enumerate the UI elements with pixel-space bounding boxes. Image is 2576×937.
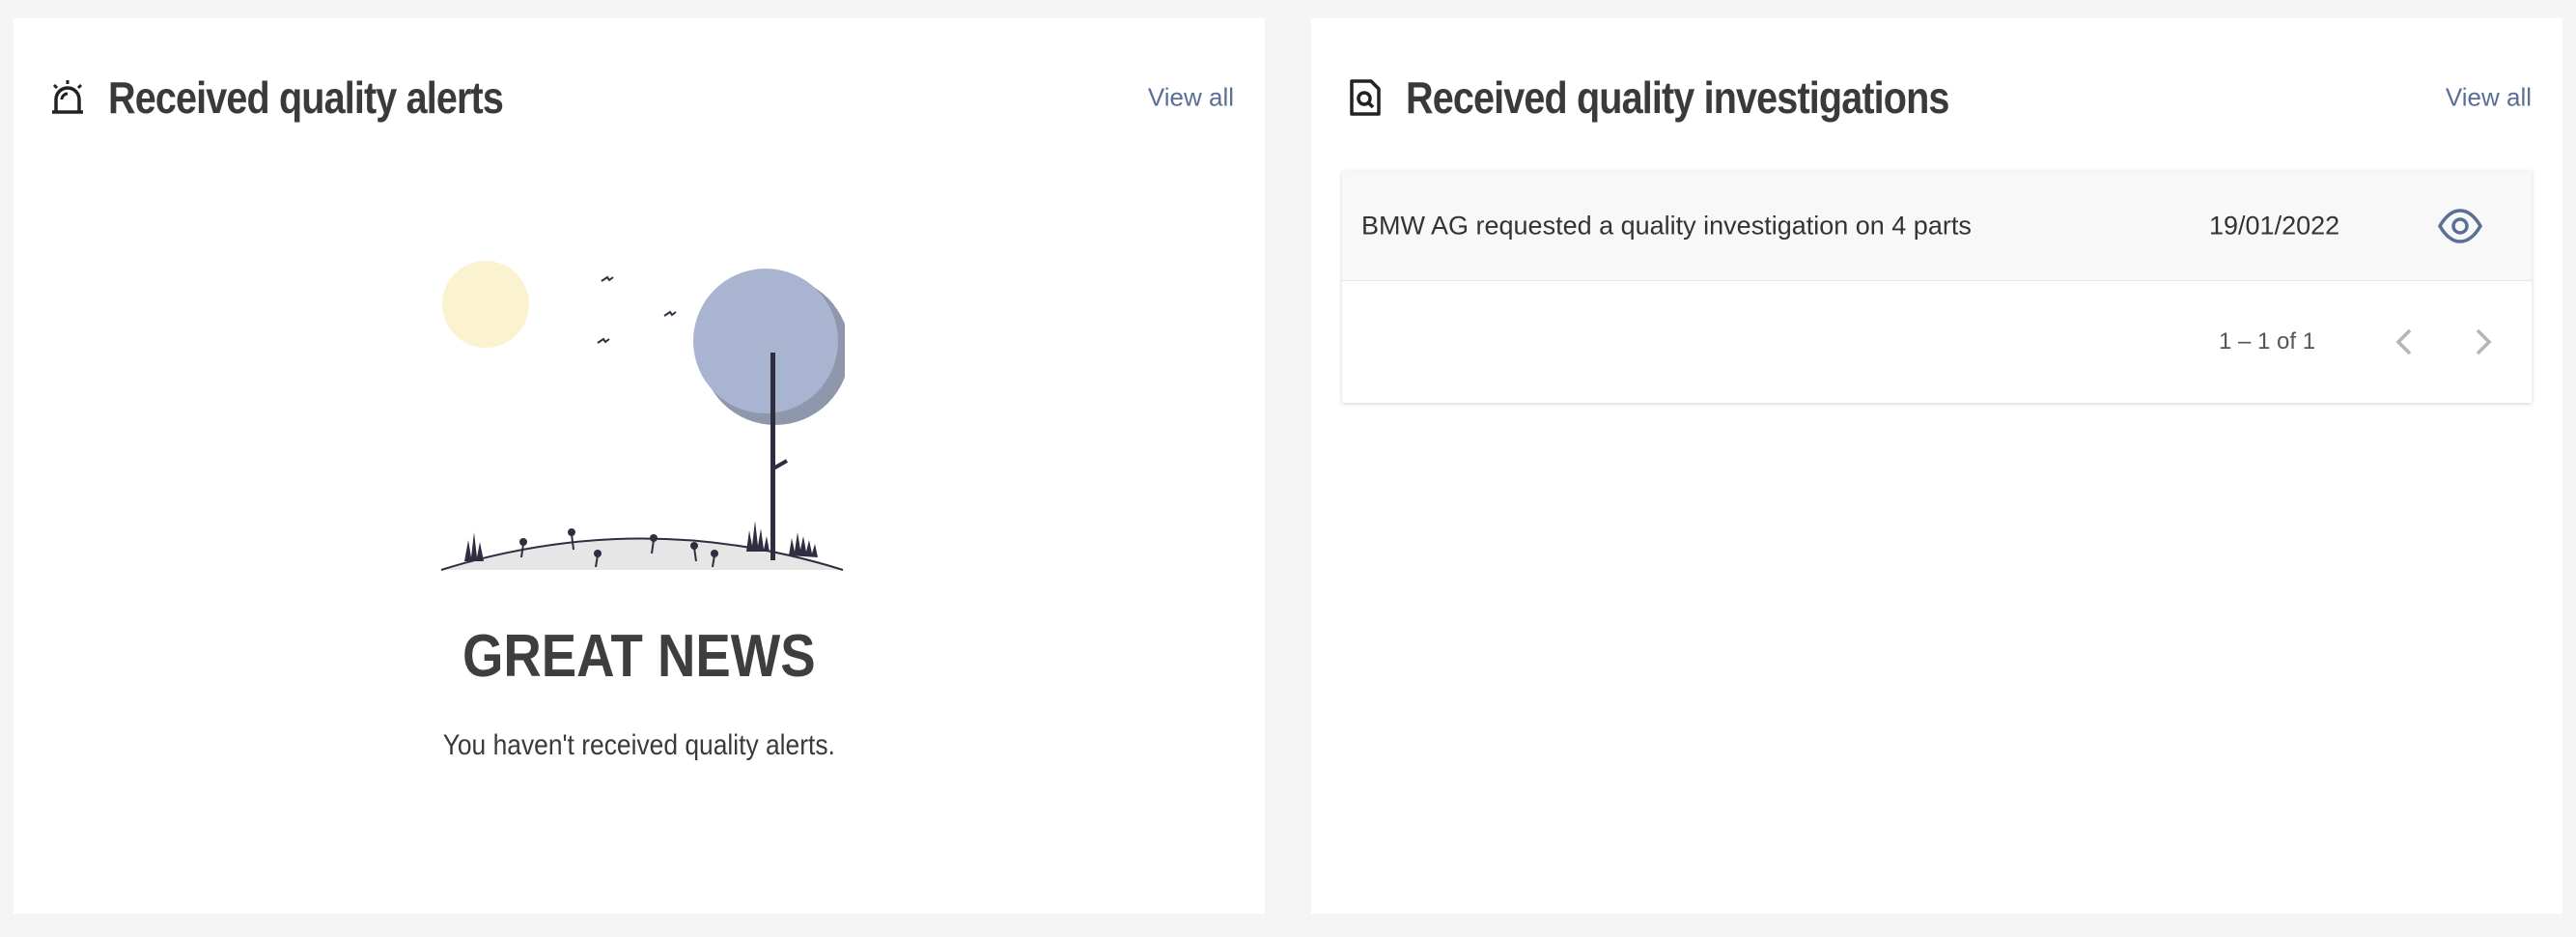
chevron-left-icon [2395,328,2412,355]
empty-state-illustration [439,237,850,589]
chevron-right-icon [2476,328,2492,355]
investigations-table: BMW AG requested a quality investigation… [1342,171,2532,403]
empty-state-message: You haven't received quality alerts. [442,729,836,761]
alerts-title: Received quality alerts [108,72,504,123]
previous-page-button[interactable] [2383,321,2425,363]
alerts-panel: Received quality alerts View all GREAT N… [14,18,1265,914]
document-search-icon [1346,78,1385,117]
paginator-range-label: 1 – 1 of 1 [2219,327,2316,355]
investigations-panel: Received quality investigations View all… [1311,18,2562,914]
alerts-header: Received quality alerts View all [48,49,1234,146]
investigations-view-all-link[interactable]: View all [2446,83,2532,113]
next-page-button[interactable] [2462,321,2505,363]
alarm-icon [48,78,87,117]
alerts-view-all-link[interactable]: View all [1148,83,1234,113]
investigations-title: Received quality investigations [1406,72,1949,123]
sun-shape [442,261,529,348]
investigation-date: 19/01/2022 [2209,211,2340,240]
paginator: 1 – 1 of 1 [1342,280,2532,403]
investigations-header: Received quality investigations View all [1346,49,2532,146]
eye-icon[interactable] [2437,203,2483,249]
empty-state-title: GREAT NEWS [462,623,816,690]
investigation-description: BMW AG requested a quality investigation… [1361,211,1972,240]
moon-shape [693,269,838,413]
table-row[interactable]: BMW AG requested a quality investigation… [1342,171,2532,281]
